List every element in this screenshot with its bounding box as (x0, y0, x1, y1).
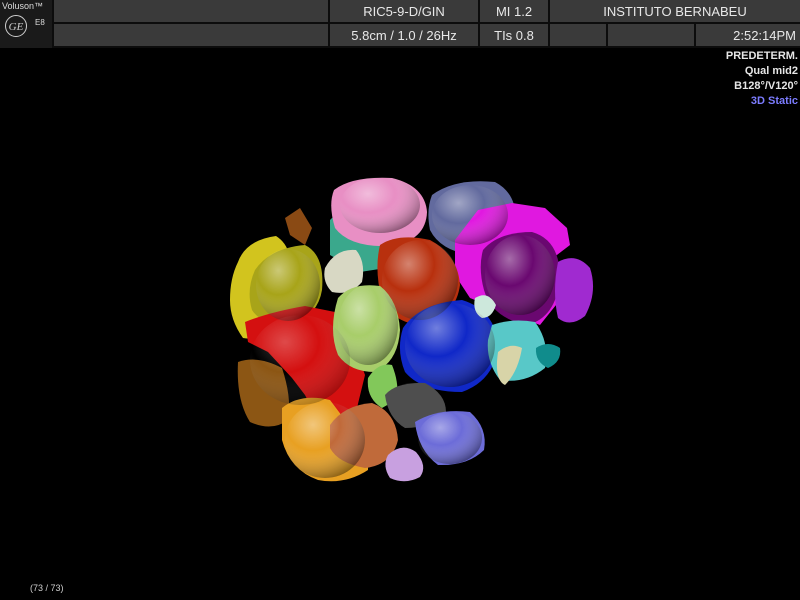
follicle-blob (385, 447, 424, 482)
follicle-blob (324, 249, 364, 293)
3d-render-view (230, 177, 594, 482)
follicle-blob (285, 208, 312, 245)
frame-counter: (73 / 73) (30, 583, 64, 593)
follicle-blob (555, 258, 594, 323)
